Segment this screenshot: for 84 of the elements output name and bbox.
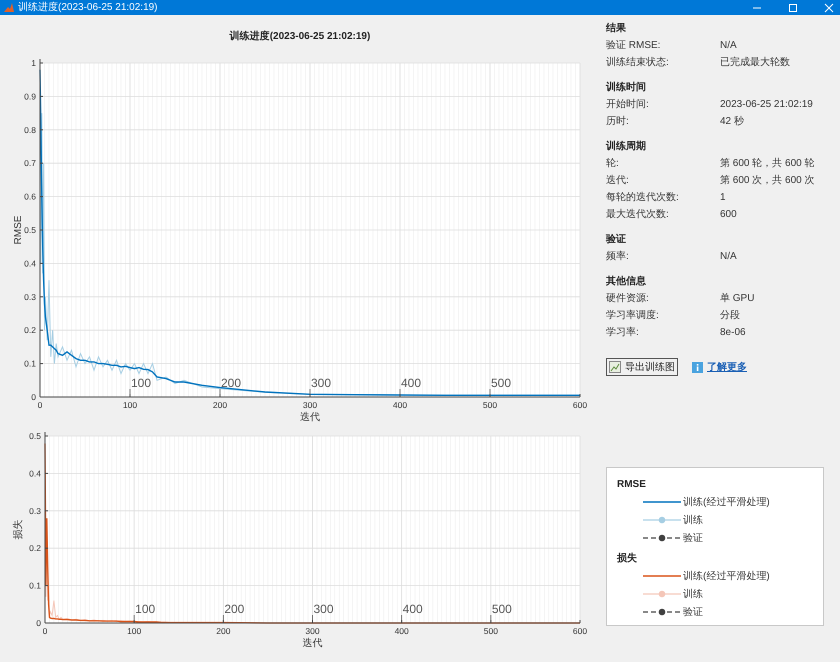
tick-label: 0 bbox=[31, 392, 36, 402]
tick-label: 600 bbox=[572, 400, 588, 410]
tick-label: 0.6 bbox=[24, 192, 36, 202]
tick-label: 400 bbox=[394, 626, 409, 636]
tick-label: 0.5 bbox=[24, 225, 36, 235]
axis-label: 迭代 bbox=[300, 412, 320, 422]
section-heading: 训练时间 bbox=[606, 80, 647, 95]
info-label: 频率: bbox=[606, 250, 630, 264]
axis-label: 损失 bbox=[13, 520, 24, 540]
info-label: 学习率: bbox=[606, 326, 640, 340]
epoch-label: 400 bbox=[401, 376, 422, 390]
tick-label: 0.5 bbox=[29, 431, 41, 441]
window-title: 训练进度(2023-06-25 21:02:19) bbox=[18, 2, 158, 12]
tick-label: 0.3 bbox=[24, 292, 36, 302]
info-value: 42 秒 bbox=[720, 114, 744, 129]
info-label: 硬件资源: bbox=[606, 292, 650, 306]
info-value: 分段 bbox=[720, 309, 740, 323]
epoch-label: 100 bbox=[135, 602, 156, 616]
section-heading: 其他信息 bbox=[606, 274, 647, 289]
info-label: 学习率调度: bbox=[606, 308, 660, 323]
legend-label: 训练(经过平滑处理) bbox=[683, 570, 770, 584]
tick-label: 0 bbox=[42, 626, 48, 636]
tick-label: 500 bbox=[484, 626, 498, 636]
epoch-label: 500 bbox=[491, 376, 512, 390]
tick-label: 0.8 bbox=[24, 124, 36, 135]
epoch-label: 200 bbox=[221, 376, 242, 390]
tick-label: 200 bbox=[212, 400, 228, 410]
tick-label: 0.2 bbox=[29, 543, 41, 554]
tick-label: 0.4 bbox=[24, 258, 36, 268]
tick-label: 0.2 bbox=[24, 325, 36, 336]
tick-label: 500 bbox=[482, 400, 498, 410]
section-heading: 验证 bbox=[606, 232, 627, 247]
tick-label: 300 bbox=[302, 400, 318, 410]
legend-label: 训练 bbox=[683, 514, 703, 528]
tick-label: 0.7 bbox=[24, 158, 36, 168]
tick-label: 0 bbox=[36, 618, 41, 628]
info-value: 2023-06-25 21:02:19 bbox=[720, 98, 813, 112]
tick-label: 0.1 bbox=[29, 580, 41, 591]
info-value: 600 bbox=[720, 208, 737, 222]
tick-label: 300 bbox=[305, 626, 320, 636]
legend-heading: 损失 bbox=[617, 552, 638, 566]
tick-label: 100 bbox=[127, 626, 142, 636]
axis-label: RMSE bbox=[13, 216, 24, 244]
legend-label: 训练 bbox=[683, 588, 703, 602]
axis-label: 迭代 bbox=[302, 638, 322, 649]
legend-label: 训练(经过平滑处理) bbox=[683, 496, 770, 510]
info-value: 已完成最大轮数 bbox=[720, 56, 790, 70]
epoch-label: 400 bbox=[402, 602, 423, 616]
tick-label: 0.4 bbox=[29, 468, 41, 478]
info-value: 单 GPU bbox=[720, 292, 754, 306]
epoch-label: 300 bbox=[311, 376, 332, 390]
info-value: 第 600 次，共 600 次 bbox=[720, 174, 814, 188]
tick-label: 1 bbox=[31, 58, 36, 68]
info-label: 验证 RMSE: bbox=[606, 39, 662, 53]
info-value: 8e-06 bbox=[720, 326, 746, 340]
legend-heading: RMSE bbox=[617, 478, 647, 492]
tick-label: 0 bbox=[38, 400, 42, 410]
info-label: 最大迭代次数: bbox=[606, 208, 670, 222]
plot-title: 训练进度(2023-06-25 21:02:19) bbox=[230, 29, 370, 44]
section-heading: 训练周期 bbox=[606, 140, 647, 154]
info-value: N/A bbox=[720, 250, 737, 264]
info-label: 轮: bbox=[606, 157, 620, 171]
info-label: 迭代: bbox=[606, 174, 630, 188]
info-label: 开始时间: bbox=[606, 98, 650, 112]
info-value: 第 600 轮，共 600 轮 bbox=[720, 156, 814, 171]
info-value: 1 bbox=[720, 191, 726, 205]
tick-label: 600 bbox=[572, 626, 588, 636]
epoch-label: 500 bbox=[492, 602, 512, 616]
tick-label: 400 bbox=[392, 400, 408, 410]
epoch-label: 100 bbox=[131, 376, 152, 390]
legend-label: 验证 bbox=[683, 532, 703, 546]
epoch-label: 200 bbox=[224, 602, 244, 616]
epoch-label: 300 bbox=[314, 602, 334, 616]
info-label: 历时: bbox=[606, 114, 630, 129]
info-value: N/A bbox=[720, 39, 737, 53]
info-label: 训练结束状态: bbox=[606, 56, 670, 70]
legend-label: 验证 bbox=[683, 606, 703, 620]
tick-label: 200 bbox=[216, 626, 230, 636]
tick-label: 100 bbox=[122, 400, 138, 410]
tick-label: 0.9 bbox=[24, 91, 36, 102]
tick-label: 0.3 bbox=[29, 506, 41, 516]
info-label: 每轮的迭代次数: bbox=[606, 190, 680, 205]
section-heading: 结果 bbox=[606, 22, 627, 36]
tick-label: 0.1 bbox=[24, 358, 36, 369]
